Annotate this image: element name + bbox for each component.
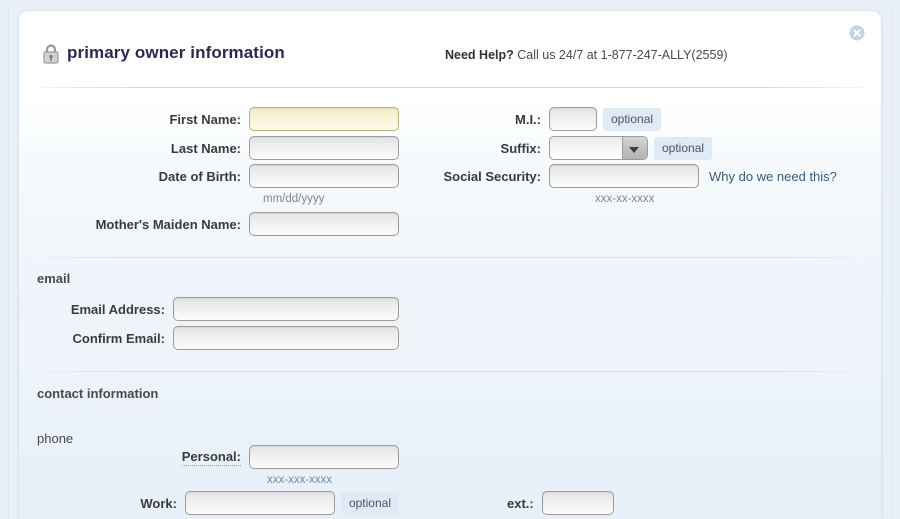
- email-address-label: Email Address:: [70, 301, 165, 317]
- contact-information-section-divider: [37, 371, 863, 372]
- phone-personal-input[interactable]: [249, 445, 399, 469]
- need-help-phone: Call us 24/7 at 1-877-247-ALLY(2559): [513, 48, 728, 62]
- phone-work-input[interactable]: [184, 491, 335, 515]
- primary-owner-information-card: primary owner information Need Help? Cal…: [18, 10, 882, 519]
- last-name-input[interactable]: [249, 136, 399, 160]
- date-of-birth-hint: mm/dd/yyyy: [263, 193, 325, 205]
- middle-initial-label: M.I.:: [515, 111, 541, 127]
- phone-ext-label: ext.:: [507, 495, 534, 511]
- lock-icon: [41, 43, 61, 65]
- header-divider: [37, 87, 863, 88]
- phone-work-label: Work:: [140, 495, 177, 511]
- need-help-label: Need Help?: [445, 48, 514, 62]
- first-name-label: First Name:: [169, 111, 241, 127]
- confirm-email-label: Confirm Email:: [72, 330, 165, 346]
- contact-information-section-header: contact information: [37, 386, 159, 401]
- card-header: primary owner information Need Help? Cal…: [19, 11, 881, 89]
- page-root: primary owner information Need Help? Cal…: [0, 0, 900, 519]
- last-name-label: Last Name:: [170, 140, 241, 156]
- middle-initial-input[interactable]: [549, 107, 597, 131]
- suffix-select[interactable]: [549, 136, 648, 160]
- need-help-text: Need Help? Call us 24/7 at 1-877-247-ALL…: [445, 48, 728, 62]
- social-security-input[interactable]: [549, 164, 699, 188]
- date-of-birth-input[interactable]: [249, 164, 399, 188]
- social-security-hint: xxx-xx-xxxx: [595, 193, 655, 205]
- page-title: primary owner information: [67, 43, 285, 62]
- field-row-phone-work: Work: optional: [19, 491, 399, 515]
- field-row-last-name: Last Name:: [19, 136, 399, 160]
- field-row-middle-initial: M.I.: optional: [449, 107, 662, 131]
- field-row-confirm-email: Confirm Email:: [19, 326, 399, 350]
- first-name-input[interactable]: [249, 107, 399, 131]
- suffix-optional-badge: optional: [654, 136, 713, 160]
- suffix-label: Suffix:: [500, 140, 541, 156]
- field-row-social-security: Social Security: Why do we need this?: [399, 164, 837, 188]
- confirm-email-input[interactable]: [173, 326, 399, 350]
- field-row-email-address: Email Address:: [19, 297, 399, 321]
- email-address-input[interactable]: [173, 297, 399, 321]
- phone-personal-label[interactable]: Personal:: [181, 449, 241, 466]
- email-section-header: email: [37, 271, 71, 286]
- field-row-phone-ext: ext.:: [507, 491, 614, 515]
- phone-work-optional-badge: optional: [340, 491, 399, 515]
- field-row-phone-personal: Personal:: [19, 445, 399, 469]
- why-do-we-need-this-link[interactable]: Why do we need this?: [709, 169, 837, 184]
- phone-ext-input[interactable]: [541, 491, 614, 515]
- phone-personal-hint: xxx-xxx-xxxx: [267, 474, 333, 486]
- chevron-down-icon: [629, 147, 639, 153]
- field-row-mothers-maiden-name: Mother's Maiden Name:: [19, 212, 399, 236]
- field-row-first-name: First Name:: [19, 107, 399, 131]
- social-security-label: Social Security:: [443, 168, 541, 184]
- close-icon[interactable]: [849, 25, 865, 41]
- email-section-divider: [37, 257, 863, 258]
- middle-initial-optional-badge: optional: [603, 107, 662, 131]
- phone-subsection-header: phone: [37, 431, 74, 446]
- date-of-birth-label: Date of Birth:: [158, 168, 241, 184]
- mothers-maiden-name-input[interactable]: [249, 212, 399, 236]
- mothers-maiden-name-label: Mother's Maiden Name:: [95, 216, 241, 232]
- field-row-suffix: Suffix: optional: [449, 136, 713, 160]
- field-row-date-of-birth: Date of Birth:: [19, 164, 399, 188]
